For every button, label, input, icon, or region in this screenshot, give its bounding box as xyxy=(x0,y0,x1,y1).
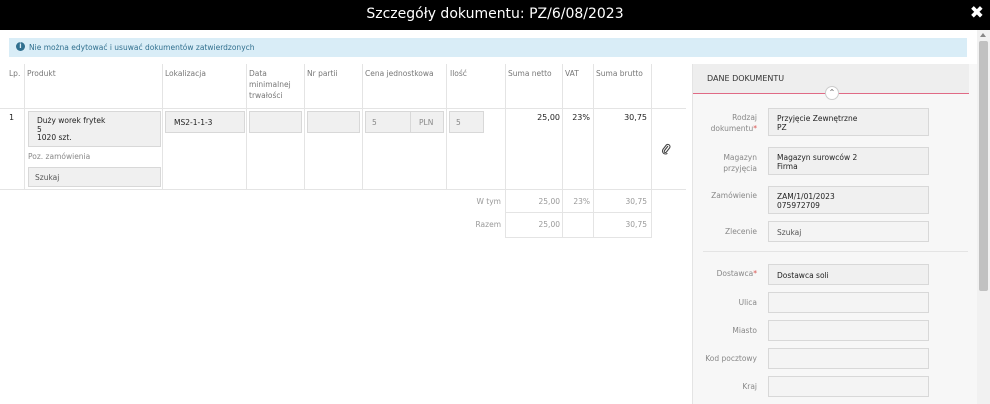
magazyn-value-1: Magazyn surowców 2 xyxy=(777,153,858,162)
cena-divider xyxy=(410,112,411,132)
razem-brutto: 30,75 xyxy=(625,220,647,229)
razem-netto: 25,00 xyxy=(538,220,560,229)
header-data-line2: minimalnej xyxy=(249,80,291,89)
ilosc-input[interactable]: 5 xyxy=(449,111,484,133)
scrollbar[interactable] xyxy=(977,30,990,404)
zlecenie-label: Zlecenie xyxy=(724,227,757,236)
close-icon[interactable]: ✖ xyxy=(970,3,984,23)
zlecenie-search-input[interactable]: Szukaj xyxy=(768,221,929,242)
dostawca-label: Dostawca* xyxy=(693,268,757,279)
info-alert: i Nie można edytować i usuwać dokumentów… xyxy=(9,38,967,57)
product-pcs: 1020 szt. xyxy=(37,133,72,142)
header-lokalizacja: Lokalizacja xyxy=(165,69,206,78)
row-vat: 23% xyxy=(572,113,590,122)
zamowienie-field[interactable]: ZAM/1/01/2023 075972709 xyxy=(768,186,929,214)
wtym-label: W tym xyxy=(476,197,502,206)
cena-input[interactable]: 5 PLN xyxy=(365,111,444,133)
grid-line xyxy=(162,64,163,189)
header-cena: Cena jednostkowa xyxy=(365,69,434,78)
chevron-up-icon[interactable]: ⌃ xyxy=(825,86,839,100)
rodzaj-field[interactable]: Przyjęcie Zewnętrzne PZ xyxy=(768,108,929,136)
grid-line xyxy=(246,64,247,189)
ulica-input[interactable] xyxy=(768,292,929,313)
header-nr-partii: Nr partii xyxy=(307,69,338,78)
dostawca-label-text: Dostawca xyxy=(716,269,754,278)
rodzaj-label-2: dokumentu xyxy=(710,124,754,133)
scroll-up-arrow-icon[interactable] xyxy=(980,33,986,37)
grid-line xyxy=(24,64,25,189)
rodzaj-value-2: PZ xyxy=(777,123,787,132)
header-suma-brutto: Suma brutto xyxy=(596,69,643,78)
cena-value: 5 xyxy=(372,118,377,127)
wtym-netto: 25,00 xyxy=(538,197,560,206)
lokalizacja-input[interactable]: MS2-1-1-3 xyxy=(165,111,245,133)
rodzaj-value-1: Przyjęcie Zewnętrzne xyxy=(777,114,858,123)
kod-pocztowy-label: Kod pocztowy xyxy=(705,354,757,363)
header-data-line1: Data xyxy=(249,69,267,78)
modal-title: Szczegóły dokumentu: PZ/6/08/2023 xyxy=(366,6,624,22)
data-trwalosci-input[interactable] xyxy=(249,111,302,133)
info-icon: i xyxy=(16,42,25,51)
magazyn-value-2: Firma xyxy=(777,162,798,171)
document-details-panel: DANE DOKUMENTU ⌃ Rodzaj dokumentu* Przyj… xyxy=(692,64,977,404)
kod-pocztowy-input[interactable] xyxy=(768,348,929,369)
magazyn-label: Magazyn przyjęcia xyxy=(693,152,757,174)
zamowienie-value-1: ZAM/1/01/2023 xyxy=(777,192,835,201)
product-box[interactable]: Duży worek frytek 5 1020 szt. xyxy=(28,111,161,147)
grid-line xyxy=(362,64,363,189)
wtym-vat: 23% xyxy=(573,197,590,206)
row-suma-brutto: 30,75 xyxy=(624,113,647,122)
header-suma-netto: Suma netto xyxy=(508,69,552,78)
poz-search-input[interactable]: Szukaj xyxy=(28,167,161,187)
header-data: Data minimalnej trwałości xyxy=(249,68,291,101)
alert-text: Nie można edytować i usuwać dokumentów z… xyxy=(29,43,255,52)
header-ilosc: Ilość xyxy=(450,69,467,78)
currency-label: PLN xyxy=(419,118,434,127)
rodzaj-label: Rodzaj dokumentu* xyxy=(693,112,757,134)
row-lp: 1 xyxy=(9,113,15,122)
zamowienie-label: Zamówienie xyxy=(711,191,757,200)
rodzaj-label-1: Rodzaj xyxy=(732,113,757,122)
header-vat: VAT xyxy=(565,69,579,78)
header-lp: Lp. xyxy=(9,69,21,78)
header-produkt: Produkt xyxy=(27,69,56,78)
panel-title: DANE DOKUMENTU xyxy=(707,74,785,83)
scrollbar-thumb[interactable] xyxy=(979,41,988,291)
kraj-input[interactable] xyxy=(768,376,929,397)
product-name: Duży worek frytek xyxy=(37,116,106,125)
header-data-line3: trwałości xyxy=(249,91,283,100)
kraj-label: Kraj xyxy=(742,382,757,391)
panel-divider xyxy=(703,251,968,252)
miasto-label: Miasto xyxy=(732,326,757,335)
ulica-label: Ulica xyxy=(738,298,757,307)
grid-line xyxy=(446,64,447,189)
grid-line xyxy=(505,237,652,238)
grid-line xyxy=(304,64,305,189)
paperclip-icon[interactable] xyxy=(661,143,671,155)
modal-header: Szczegóły dokumentu: PZ/6/08/2023 ✖ xyxy=(0,0,990,30)
poz-zamowienia-label: Poz. zamówienia xyxy=(28,152,91,161)
required-marker: * xyxy=(753,269,757,278)
grid-line xyxy=(0,189,686,190)
magazyn-label-1: Magazyn xyxy=(723,153,757,162)
row-suma-netto: 25,00 xyxy=(537,113,560,122)
required-marker: * xyxy=(753,124,757,133)
miasto-input[interactable] xyxy=(768,320,929,341)
magazyn-label-2: przyjęcia xyxy=(723,164,757,173)
panel-header: DANE DOKUMENTU ⌃ xyxy=(693,64,969,100)
wtym-brutto: 30,75 xyxy=(625,197,647,206)
nr-partii-input[interactable] xyxy=(307,111,360,133)
dostawca-field[interactable]: Dostawca soli xyxy=(768,264,929,285)
grid-line xyxy=(0,108,686,109)
magazyn-field[interactable]: Magazyn surowców 2 Firma xyxy=(768,147,929,175)
grid-line xyxy=(505,212,652,213)
razem-label: Razem xyxy=(475,220,502,229)
zamowienie-value-2: 075972709 xyxy=(777,201,820,210)
